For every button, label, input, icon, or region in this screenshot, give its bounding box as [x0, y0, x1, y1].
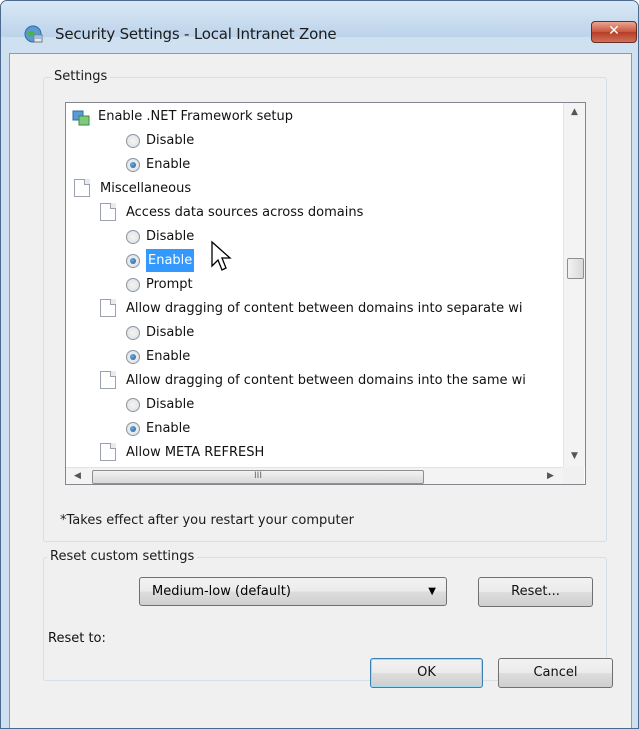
net-framework-icon	[72, 110, 90, 126]
radio-checked-icon[interactable]	[126, 254, 140, 268]
tree-item-label: Allow META REFRESH	[126, 445, 265, 460]
reset-button[interactable]: Reset...	[478, 577, 593, 607]
scroll-down-arrow-icon[interactable]: ▼	[571, 451, 578, 461]
horizontal-scrollbar[interactable]: ◀ III ▶	[66, 467, 563, 484]
tree-item-label: Enable .NET Framework setup	[98, 109, 294, 124]
tree-item-label: Miscellaneous	[100, 181, 192, 196]
radio-unchecked-icon[interactable]	[126, 326, 140, 340]
tree-item-label: Enable	[146, 421, 191, 436]
radio-unchecked-icon[interactable]	[126, 230, 140, 244]
security-settings-dialog: Security Settings - Local Intranet Zone …	[0, 0, 639, 729]
dialog-body: Settings Enable .NET Framework setup Disa…	[9, 53, 632, 728]
globe-security-icon	[24, 25, 43, 43]
settings-group-label: Settings	[51, 69, 111, 84]
tree-item-label: Allow dragging of content between domain…	[126, 301, 523, 316]
vertical-scroll-thumb[interactable]	[567, 258, 584, 279]
document-icon	[100, 299, 116, 317]
reset-to-label: Reset to:	[48, 631, 106, 646]
tree-item-label: Enable	[146, 349, 191, 364]
radio-unchecked-icon[interactable]	[126, 134, 140, 148]
tree-item-label: Prompt	[146, 277, 193, 292]
document-icon	[100, 443, 116, 461]
tree-item-label: Enable	[146, 249, 195, 272]
document-icon	[74, 179, 90, 197]
restart-note: *Takes effect after you restart your com…	[60, 513, 354, 528]
radio-checked-icon[interactable]	[126, 350, 140, 364]
tree-item-label: Disable	[146, 325, 195, 340]
tree-item-label: Disable	[146, 397, 195, 412]
chevron-down-icon: ▼	[428, 586, 436, 597]
reset-level-dropdown[interactable]: Medium-low (default) ▼	[139, 577, 447, 606]
radio-unchecked-icon[interactable]	[126, 398, 140, 412]
scroll-right-arrow-icon[interactable]: ▶	[547, 471, 554, 481]
radio-checked-icon[interactable]	[126, 158, 140, 172]
scrollbar-corner	[563, 467, 584, 484]
window-title: Security Settings - Local Intranet Zone	[55, 25, 337, 43]
tree-item-label: Disable	[146, 229, 195, 244]
tree-item-label: Disable	[146, 133, 195, 148]
close-button[interactable]: ✕	[591, 21, 637, 43]
tree-item-label: Allow dragging of content between domain…	[126, 373, 526, 388]
scroll-up-arrow-icon[interactable]: ▲	[571, 107, 578, 117]
settings-tree[interactable]: Enable .NET Framework setup Disable Enable…	[65, 102, 586, 485]
cancel-button[interactable]: Cancel	[498, 658, 613, 688]
mouse-pointer-icon	[211, 240, 232, 271]
document-icon	[100, 203, 116, 221]
title-bar[interactable]: Security Settings - Local Intranet Zone …	[1, 1, 638, 43]
tree-item-label: Enable	[146, 157, 191, 172]
reset-level-value: Medium-low (default)	[152, 584, 291, 599]
vertical-scrollbar[interactable]: ▲ ▼	[563, 103, 585, 467]
ok-button[interactable]: OK	[370, 658, 483, 688]
horizontal-scroll-thumb[interactable]: III	[92, 470, 424, 484]
radio-unchecked-icon[interactable]	[126, 278, 140, 292]
reset-group-label: Reset custom settings	[47, 549, 198, 564]
document-icon	[100, 371, 116, 389]
scroll-left-arrow-icon[interactable]: ◀	[74, 471, 81, 481]
radio-checked-icon[interactable]	[126, 422, 140, 436]
tree-item-label: Access data sources across domains	[126, 205, 364, 220]
